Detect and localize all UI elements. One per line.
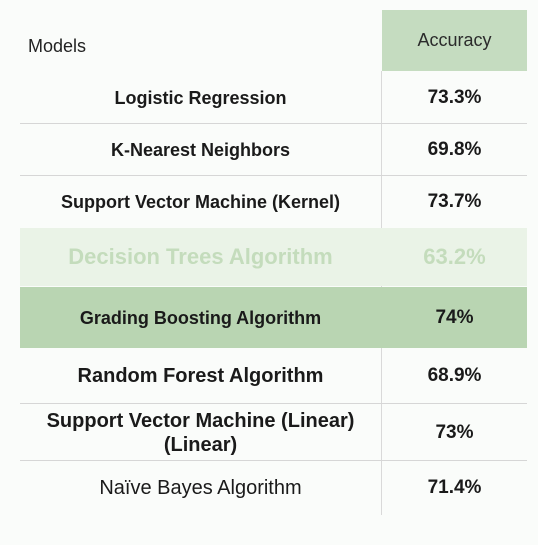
- model-name: Support Vector Machine (Kernel): [60, 192, 341, 212]
- table-row: Grading Boosting Algorithm 74%: [20, 287, 527, 348]
- table-row: Naïve Bayes Algorithm 71.4%: [20, 461, 527, 515]
- table-row: Random Forest Algorithm 68.9%: [20, 348, 527, 404]
- accuracy-value: 73%: [435, 421, 474, 443]
- model-name: Support Vector Machine (Linear) (Linear): [46, 409, 355, 456]
- model-name: Grading Boosting Algorithm: [79, 307, 322, 328]
- header-accuracy: Accuracy: [382, 10, 527, 71]
- model-name: Decision Trees Algorithm: [68, 244, 333, 269]
- accuracy-value: 73.7%: [427, 191, 482, 212]
- model-name: Logistic Regression: [114, 87, 287, 108]
- table-row: Logistic Regression 73.3%: [20, 71, 527, 124]
- accuracy-value: 68.9%: [427, 365, 482, 386]
- accuracy-value: 69.8%: [427, 139, 482, 160]
- accuracy-value: 71.4%: [427, 477, 482, 498]
- table-row: K-Nearest Neighbors 69.8%: [20, 124, 527, 176]
- table-row: Support Vector Machine (Kernel) 73.7%: [20, 176, 527, 228]
- model-name: Naïve Bayes Algorithm: [99, 477, 302, 499]
- table-row: Support Vector Machine (Linear) (Linear)…: [20, 404, 527, 461]
- model-name: K-Nearest Neighbors: [110, 140, 291, 160]
- accuracy-table: Models Accuracy Logistic Regression 73.3…: [0, 0, 538, 545]
- model-name: Random Forest Algorithm: [77, 365, 324, 387]
- table-row: Decision Trees Algorithm 63.2%: [20, 228, 527, 286]
- header-models: Models: [28, 36, 87, 56]
- accuracy-value: 74%: [435, 306, 474, 328]
- accuracy-value: 63.2%: [423, 244, 486, 269]
- accuracy-value: 73.3%: [427, 86, 482, 108]
